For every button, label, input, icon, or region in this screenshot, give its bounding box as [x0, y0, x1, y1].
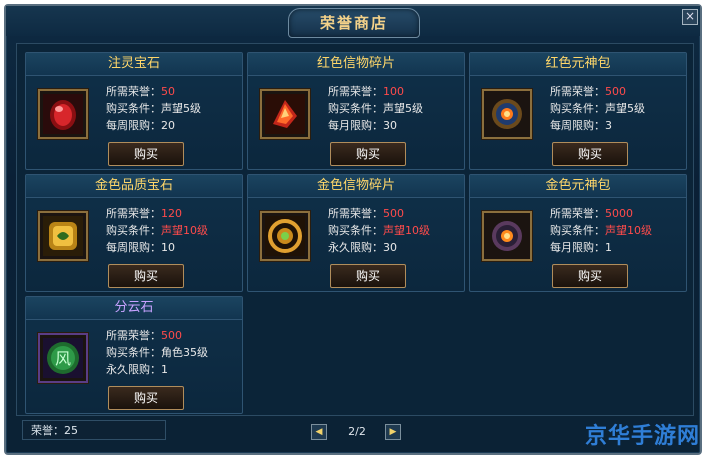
condition-value: 声望5级 — [605, 102, 645, 115]
item-name: 金色品质宝石 — [26, 175, 242, 198]
cost-value: 500 — [605, 85, 626, 98]
title-bar: 荣誉商店 × — [6, 6, 700, 38]
item-name: 红色元神包 — [470, 53, 686, 76]
wind-stone-icon: 风 — [43, 338, 83, 378]
condition-value: 声望5级 — [161, 102, 201, 115]
item-icon-frame[interactable]: 风 — [38, 333, 88, 383]
buy-button[interactable]: 购买 — [552, 142, 628, 166]
item-icon-frame[interactable] — [482, 89, 532, 139]
condition-value: 角色35级 — [161, 346, 208, 359]
buy-button[interactable]: 购买 — [552, 264, 628, 288]
cost-value: 120 — [161, 207, 182, 220]
shop-item-card: 红色元神包 所需荣誉：500 购买条件：声望5级 每周限购：3 购买 — [469, 52, 687, 170]
limit-value: 20 — [161, 119, 175, 132]
cost-value: 100 — [383, 85, 404, 98]
cost-value: 50 — [161, 85, 175, 98]
watermark-logo: 京华手游网 — [584, 424, 700, 449]
limit-label: 每周限购： — [106, 119, 161, 132]
condition-label: 购买条件： — [550, 102, 605, 115]
honor-shop-window: 荣誉商店 × 注灵宝石 所需荣誉：50 购买条件：声望5级 每周限购：20 购买 — [4, 4, 702, 455]
cost-value: 500 — [161, 329, 182, 342]
item-info: 所需荣誉：500 购买条件：声望10级 永久限购：30 — [328, 205, 462, 256]
next-page-button[interactable]: ▶ — [385, 424, 401, 440]
shop-item-card: 红色信物碎片 所需荣誉：100 购买条件：声望5级 每月限购：30 购买 — [247, 52, 465, 170]
item-info: 所需荣誉：5000 购买条件：声望10级 每月限购：1 — [550, 205, 684, 256]
item-info: 所需荣誉：50 购买条件：声望5级 每周限购：20 — [106, 83, 240, 134]
item-icon-frame[interactable] — [482, 211, 532, 261]
buy-button[interactable]: 购买 — [330, 264, 406, 288]
condition-label: 购买条件： — [106, 346, 161, 359]
item-name: 金色元神包 — [470, 175, 686, 198]
condition-value: 声望10级 — [605, 224, 652, 237]
pagination: ◀ 2/2 ▶ — [311, 424, 401, 440]
item-info: 所需荣誉：120 购买条件：声望10级 每周限购：10 — [106, 205, 240, 256]
limit-label: 永久限购： — [106, 363, 161, 376]
condition-value: 声望10级 — [161, 224, 208, 237]
condition-label: 购买条件： — [328, 102, 383, 115]
gold-gem-icon — [43, 216, 83, 256]
limit-value: 1 — [605, 241, 612, 254]
item-info: 所需荣誉：500 购买条件：角色35级 永久限购：1 — [106, 327, 240, 378]
honor-label: 荣誉： — [31, 424, 64, 437]
limit-label: 每周限购： — [550, 119, 605, 132]
buy-button[interactable]: 购买 — [108, 386, 184, 410]
limit-value: 1 — [161, 363, 168, 376]
item-icon-frame[interactable] — [260, 211, 310, 261]
shop-grid: 注灵宝石 所需荣誉：50 购买条件：声望5级 每周限购：20 购买 红色信物碎片 — [16, 43, 694, 416]
honor-value: 25 — [64, 424, 78, 437]
close-button[interactable]: × — [682, 9, 698, 25]
limit-label: 永久限购： — [328, 241, 383, 254]
red-spirit-pack-icon — [487, 94, 527, 134]
item-icon-frame[interactable] — [38, 211, 88, 261]
cost-label: 所需荣誉： — [106, 85, 161, 98]
item-icon-frame[interactable] — [260, 89, 310, 139]
red-gem-icon — [43, 94, 83, 134]
buy-button[interactable]: 购买 — [330, 142, 406, 166]
limit-value: 30 — [383, 119, 397, 132]
condition-value: 声望10级 — [383, 224, 430, 237]
condition-label: 购买条件： — [550, 224, 605, 237]
limit-label: 每周限购： — [106, 241, 161, 254]
item-name: 注灵宝石 — [26, 53, 242, 76]
limit-value: 30 — [383, 241, 397, 254]
cost-value: 500 — [383, 207, 404, 220]
item-name: 红色信物碎片 — [248, 53, 464, 76]
gold-spirit-pack-icon — [487, 216, 527, 256]
condition-label: 购买条件： — [106, 102, 161, 115]
page-indicator: 2/2 — [348, 425, 366, 438]
cost-label: 所需荣誉： — [328, 85, 383, 98]
honor-balance: 荣誉：25 — [22, 420, 166, 440]
title-plate: 荣誉商店 — [288, 8, 420, 38]
cost-label: 所需荣誉： — [328, 207, 383, 220]
cost-label: 所需荣誉： — [106, 329, 161, 342]
item-name: 金色信物碎片 — [248, 175, 464, 198]
buy-button[interactable]: 购买 — [108, 264, 184, 288]
cost-label: 所需荣誉： — [550, 207, 605, 220]
shop-item-card: 注灵宝石 所需荣誉：50 购买条件：声望5级 每周限购：20 购买 — [25, 52, 243, 170]
buy-button[interactable]: 购买 — [108, 142, 184, 166]
condition-label: 购买条件： — [328, 224, 383, 237]
limit-value: 3 — [605, 119, 612, 132]
cost-label: 所需荣誉： — [106, 207, 161, 220]
condition-label: 购买条件： — [106, 224, 161, 237]
prev-page-button[interactable]: ◀ — [311, 424, 327, 440]
cost-label: 所需荣誉： — [550, 85, 605, 98]
item-icon-frame[interactable] — [38, 89, 88, 139]
wind-glyph: 风 — [55, 349, 71, 368]
condition-value: 声望5级 — [383, 102, 423, 115]
red-shard-icon — [265, 94, 305, 134]
shop-item-card: 金色元神包 所需荣誉：5000 购买条件：声望10级 每月限购：1 购买 — [469, 174, 687, 292]
limit-label: 每月限购： — [328, 119, 383, 132]
shop-item-card: 分云石 风 所需荣誉：500 购买条件：角色35级 永久限购：1 购买 — [25, 296, 243, 414]
limit-value: 10 — [161, 241, 175, 254]
shop-item-card: 金色品质宝石 所需荣誉：120 购买条件：声望10级 每周限购：10 购买 — [25, 174, 243, 292]
item-info: 所需荣誉：500 购买条件：声望5级 每周限购：3 — [550, 83, 684, 134]
limit-label: 每月限购： — [550, 241, 605, 254]
shop-item-card: 金色信物碎片 所需荣誉：500 购买条件：声望10级 永久限购：30 购买 — [247, 174, 465, 292]
window-title: 荣誉商店 — [319, 14, 388, 32]
item-name: 分云石 — [26, 297, 242, 320]
cost-value: 5000 — [605, 207, 633, 220]
item-info: 所需荣誉：100 购买条件：声望5级 每月限购：30 — [328, 83, 462, 134]
gold-shard-icon — [265, 216, 305, 256]
